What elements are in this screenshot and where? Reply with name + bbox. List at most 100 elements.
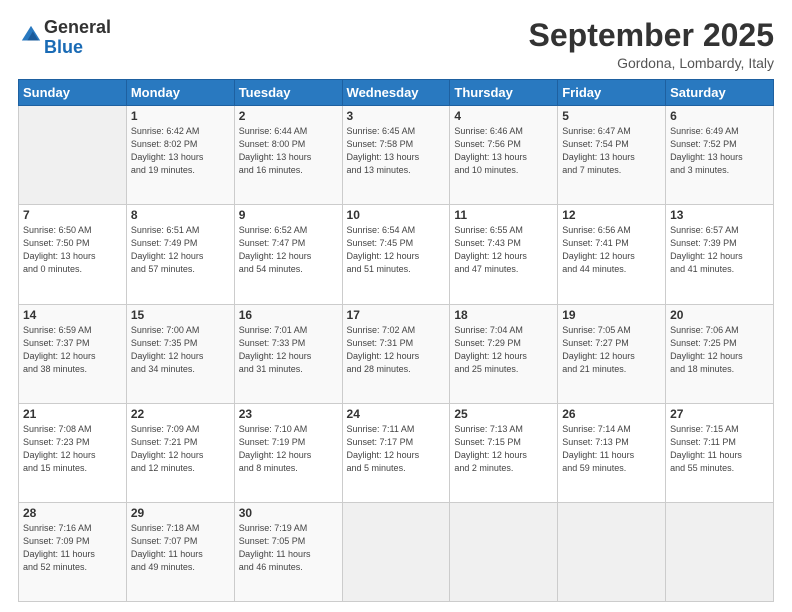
logo-text: General Blue bbox=[44, 18, 111, 58]
calendar-cell bbox=[19, 106, 127, 205]
calendar-cell: 7 Sunrise: 6:50 AM Sunset: 7:50 PM Daylig… bbox=[19, 205, 127, 304]
calendar-cell: 26Sunrise: 7:14 AM Sunset: 7:13 PM Dayli… bbox=[558, 403, 666, 502]
logo: General Blue bbox=[18, 18, 111, 58]
day-number: 26 bbox=[562, 407, 661, 421]
calendar-cell: 20Sunrise: 7:06 AM Sunset: 7:25 PM Dayli… bbox=[666, 304, 774, 403]
calendar-header: SundayMondayTuesdayWednesdayThursdayFrid… bbox=[19, 80, 774, 106]
day-number: 6 bbox=[670, 109, 769, 123]
calendar-cell: 8 Sunrise: 6:51 AM Sunset: 7:49 PM Daylig… bbox=[126, 205, 234, 304]
calendar-cell: 3Sunrise: 6:45 AM Sunset: 7:58 PM Daylig… bbox=[342, 106, 450, 205]
day-info: Sunrise: 7:15 AM Sunset: 7:11 PM Dayligh… bbox=[670, 423, 769, 475]
day-info: Sunrise: 7:05 AM Sunset: 7:27 PM Dayligh… bbox=[562, 324, 661, 376]
calendar-table: SundayMondayTuesdayWednesdayThursdayFrid… bbox=[18, 79, 774, 602]
day-number: 20 bbox=[670, 308, 769, 322]
day-number: 1 bbox=[131, 109, 230, 123]
day-number: 24 bbox=[347, 407, 446, 421]
day-number: 10 bbox=[347, 208, 446, 222]
calendar-week-row: 14Sunrise: 6:59 AM Sunset: 7:37 PM Dayli… bbox=[19, 304, 774, 403]
weekday-header: Wednesday bbox=[342, 80, 450, 106]
day-info: Sunrise: 6:49 AM Sunset: 7:52 PM Dayligh… bbox=[670, 125, 769, 177]
day-number: 27 bbox=[670, 407, 769, 421]
day-info: Sunrise: 7:19 AM Sunset: 7:05 PM Dayligh… bbox=[239, 522, 338, 574]
day-info: Sunrise: 6:44 AM Sunset: 8:00 PM Dayligh… bbox=[239, 125, 338, 177]
day-number: 15 bbox=[131, 308, 230, 322]
calendar-week-row: 28Sunrise: 7:16 AM Sunset: 7:09 PM Dayli… bbox=[19, 502, 774, 601]
day-number: 16 bbox=[239, 308, 338, 322]
calendar-cell: 15Sunrise: 7:00 AM Sunset: 7:35 PM Dayli… bbox=[126, 304, 234, 403]
day-info: Sunrise: 6:42 AM Sunset: 8:02 PM Dayligh… bbox=[131, 125, 230, 177]
calendar-cell: 23 Sunrise: 7:10 AM Sunset: 7:19 PM Dayli… bbox=[234, 403, 342, 502]
calendar-cell bbox=[450, 502, 558, 601]
day-number: 21 bbox=[23, 407, 122, 421]
day-info: Sunrise: 6:56 AM Sunset: 7:41 PM Dayligh… bbox=[562, 224, 661, 276]
day-number: 18 bbox=[454, 308, 553, 322]
weekday-row: SundayMondayTuesdayWednesdayThursdayFrid… bbox=[19, 80, 774, 106]
calendar-cell: 18 Sunrise: 7:04 AM Sunset: 7:29 PM Dayli… bbox=[450, 304, 558, 403]
day-info: Sunrise: 7:04 AM Sunset: 7:29 PM Dayligh… bbox=[454, 324, 553, 376]
day-number: 23 bbox=[239, 407, 338, 421]
calendar-cell: 10 Sunrise: 6:54 AM Sunset: 7:45 PM Dayli… bbox=[342, 205, 450, 304]
day-number: 30 bbox=[239, 506, 338, 520]
day-number: 4 bbox=[454, 109, 553, 123]
day-info: Sunrise: 7:02 AM Sunset: 7:31 PM Dayligh… bbox=[347, 324, 446, 376]
calendar-week-row: 1 Sunrise: 6:42 AM Sunset: 8:02 PM Daylig… bbox=[19, 106, 774, 205]
calendar-cell bbox=[666, 502, 774, 601]
calendar-cell bbox=[558, 502, 666, 601]
calendar-cell: 6 Sunrise: 6:49 AM Sunset: 7:52 PM Daylig… bbox=[666, 106, 774, 205]
weekday-header: Saturday bbox=[666, 80, 774, 106]
day-info: Sunrise: 6:55 AM Sunset: 7:43 PM Dayligh… bbox=[454, 224, 553, 276]
calendar-cell: 22Sunrise: 7:09 AM Sunset: 7:21 PM Dayli… bbox=[126, 403, 234, 502]
day-number: 9 bbox=[239, 208, 338, 222]
calendar-cell: 16 Sunrise: 7:01 AM Sunset: 7:33 PM Dayli… bbox=[234, 304, 342, 403]
day-info: Sunrise: 7:10 AM Sunset: 7:19 PM Dayligh… bbox=[239, 423, 338, 475]
logo-general: General bbox=[44, 17, 111, 37]
day-number: 11 bbox=[454, 208, 553, 222]
day-info: Sunrise: 6:46 AM Sunset: 7:56 PM Dayligh… bbox=[454, 125, 553, 177]
calendar-cell: 24 Sunrise: 7:11 AM Sunset: 7:17 PM Dayli… bbox=[342, 403, 450, 502]
day-info: Sunrise: 7:09 AM Sunset: 7:21 PM Dayligh… bbox=[131, 423, 230, 475]
day-number: 29 bbox=[131, 506, 230, 520]
calendar-cell: 4 Sunrise: 6:46 AM Sunset: 7:56 PM Daylig… bbox=[450, 106, 558, 205]
logo-blue: Blue bbox=[44, 37, 83, 57]
weekday-header: Sunday bbox=[19, 80, 127, 106]
day-number: 3 bbox=[347, 109, 446, 123]
day-info: Sunrise: 7:08 AM Sunset: 7:23 PM Dayligh… bbox=[23, 423, 122, 475]
day-number: 8 bbox=[131, 208, 230, 222]
day-number: 13 bbox=[670, 208, 769, 222]
page: General Blue September 2025 Gordona, Lom… bbox=[0, 0, 792, 612]
day-number: 7 bbox=[23, 208, 122, 222]
day-info: Sunrise: 7:13 AM Sunset: 7:15 PM Dayligh… bbox=[454, 423, 553, 475]
day-number: 2 bbox=[239, 109, 338, 123]
calendar-cell: 17 Sunrise: 7:02 AM Sunset: 7:31 PM Dayli… bbox=[342, 304, 450, 403]
day-number: 25 bbox=[454, 407, 553, 421]
calendar-cell: 13 Sunrise: 6:57 AM Sunset: 7:39 PM Dayli… bbox=[666, 205, 774, 304]
calendar-cell: 11 Sunrise: 6:55 AM Sunset: 7:43 PM Dayli… bbox=[450, 205, 558, 304]
calendar-week-row: 21 Sunrise: 7:08 AM Sunset: 7:23 PM Dayli… bbox=[19, 403, 774, 502]
day-info: Sunrise: 7:18 AM Sunset: 7:07 PM Dayligh… bbox=[131, 522, 230, 574]
calendar-cell: 29 Sunrise: 7:18 AM Sunset: 7:07 PM Dayli… bbox=[126, 502, 234, 601]
location: Gordona, Lombardy, Italy bbox=[529, 55, 774, 71]
calendar-cell: 9Sunrise: 6:52 AM Sunset: 7:47 PM Daylig… bbox=[234, 205, 342, 304]
weekday-header: Monday bbox=[126, 80, 234, 106]
day-info: Sunrise: 6:59 AM Sunset: 7:37 PM Dayligh… bbox=[23, 324, 122, 376]
calendar-cell: 14Sunrise: 6:59 AM Sunset: 7:37 PM Dayli… bbox=[19, 304, 127, 403]
calendar-body: 1 Sunrise: 6:42 AM Sunset: 8:02 PM Daylig… bbox=[19, 106, 774, 602]
calendar-cell: 12Sunrise: 6:56 AM Sunset: 7:41 PM Dayli… bbox=[558, 205, 666, 304]
month-title: September 2025 bbox=[529, 18, 774, 53]
day-number: 17 bbox=[347, 308, 446, 322]
calendar-cell: 25 Sunrise: 7:13 AM Sunset: 7:15 PM Dayli… bbox=[450, 403, 558, 502]
weekday-header: Tuesday bbox=[234, 80, 342, 106]
day-number: 19 bbox=[562, 308, 661, 322]
calendar-week-row: 7 Sunrise: 6:50 AM Sunset: 7:50 PM Daylig… bbox=[19, 205, 774, 304]
day-info: Sunrise: 7:01 AM Sunset: 7:33 PM Dayligh… bbox=[239, 324, 338, 376]
calendar-cell: 28Sunrise: 7:16 AM Sunset: 7:09 PM Dayli… bbox=[19, 502, 127, 601]
calendar-cell: 27 Sunrise: 7:15 AM Sunset: 7:11 PM Dayli… bbox=[666, 403, 774, 502]
day-info: Sunrise: 7:11 AM Sunset: 7:17 PM Dayligh… bbox=[347, 423, 446, 475]
day-info: Sunrise: 6:54 AM Sunset: 7:45 PM Dayligh… bbox=[347, 224, 446, 276]
day-info: Sunrise: 7:16 AM Sunset: 7:09 PM Dayligh… bbox=[23, 522, 122, 574]
day-info: Sunrise: 6:57 AM Sunset: 7:39 PM Dayligh… bbox=[670, 224, 769, 276]
calendar-cell: 2 Sunrise: 6:44 AM Sunset: 8:00 PM Daylig… bbox=[234, 106, 342, 205]
title-block: September 2025 Gordona, Lombardy, Italy bbox=[529, 18, 774, 71]
day-info: Sunrise: 6:50 AM Sunset: 7:50 PM Dayligh… bbox=[23, 224, 122, 276]
day-info: Sunrise: 6:51 AM Sunset: 7:49 PM Dayligh… bbox=[131, 224, 230, 276]
